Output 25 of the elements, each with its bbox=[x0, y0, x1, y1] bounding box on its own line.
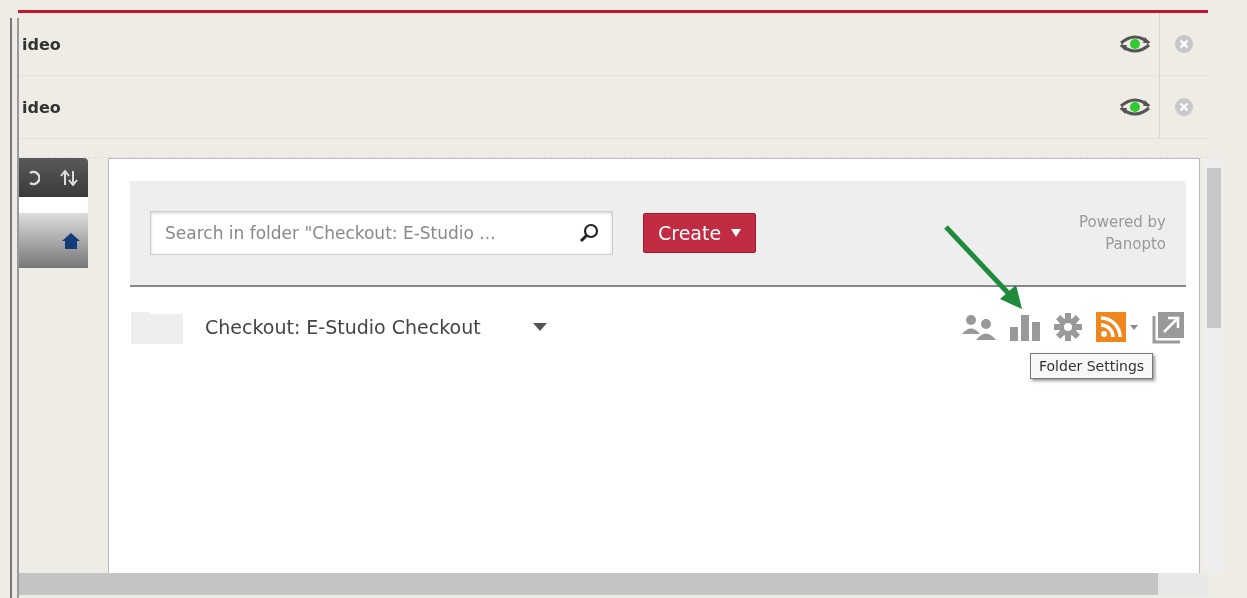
settings-icon[interactable] bbox=[1054, 313, 1082, 341]
folder-name[interactable]: Checkout: E-Studio Checkout bbox=[205, 316, 481, 338]
session-title: ideo bbox=[21, 97, 62, 117]
users-icon[interactable] bbox=[962, 314, 996, 340]
search-icon[interactable] bbox=[579, 223, 599, 243]
close-icon[interactable] bbox=[1175, 35, 1193, 53]
create-button[interactable]: Create bbox=[643, 213, 757, 253]
close-icon[interactable] bbox=[1175, 98, 1193, 116]
refresh-icon[interactable] bbox=[28, 169, 40, 186]
list-row[interactable]: ideo bbox=[18, 13, 1208, 76]
caret-icon[interactable] bbox=[1130, 324, 1138, 330]
rss-icon[interactable] bbox=[1096, 312, 1126, 342]
share-icon[interactable] bbox=[1152, 310, 1186, 344]
search-field[interactable]: Search in folder "Checkout: E-Studio ... bbox=[150, 211, 613, 255]
scrollbar-thumb[interactable] bbox=[1207, 168, 1221, 328]
list-row[interactable]: ideo bbox=[18, 76, 1208, 139]
vertical-scrollbar[interactable] bbox=[1204, 158, 1224, 573]
home-icon[interactable] bbox=[62, 232, 80, 249]
powered-by-text: Powered by Panopto bbox=[1078, 212, 1166, 255]
sort-icon[interactable] bbox=[60, 169, 78, 186]
caret-icon[interactable] bbox=[532, 323, 547, 331]
caret-icon bbox=[731, 229, 742, 237]
tooltip: Folder Settings bbox=[1030, 353, 1154, 379]
session-title: ideo bbox=[21, 34, 62, 54]
bar-chart-icon[interactable] bbox=[1010, 313, 1040, 341]
